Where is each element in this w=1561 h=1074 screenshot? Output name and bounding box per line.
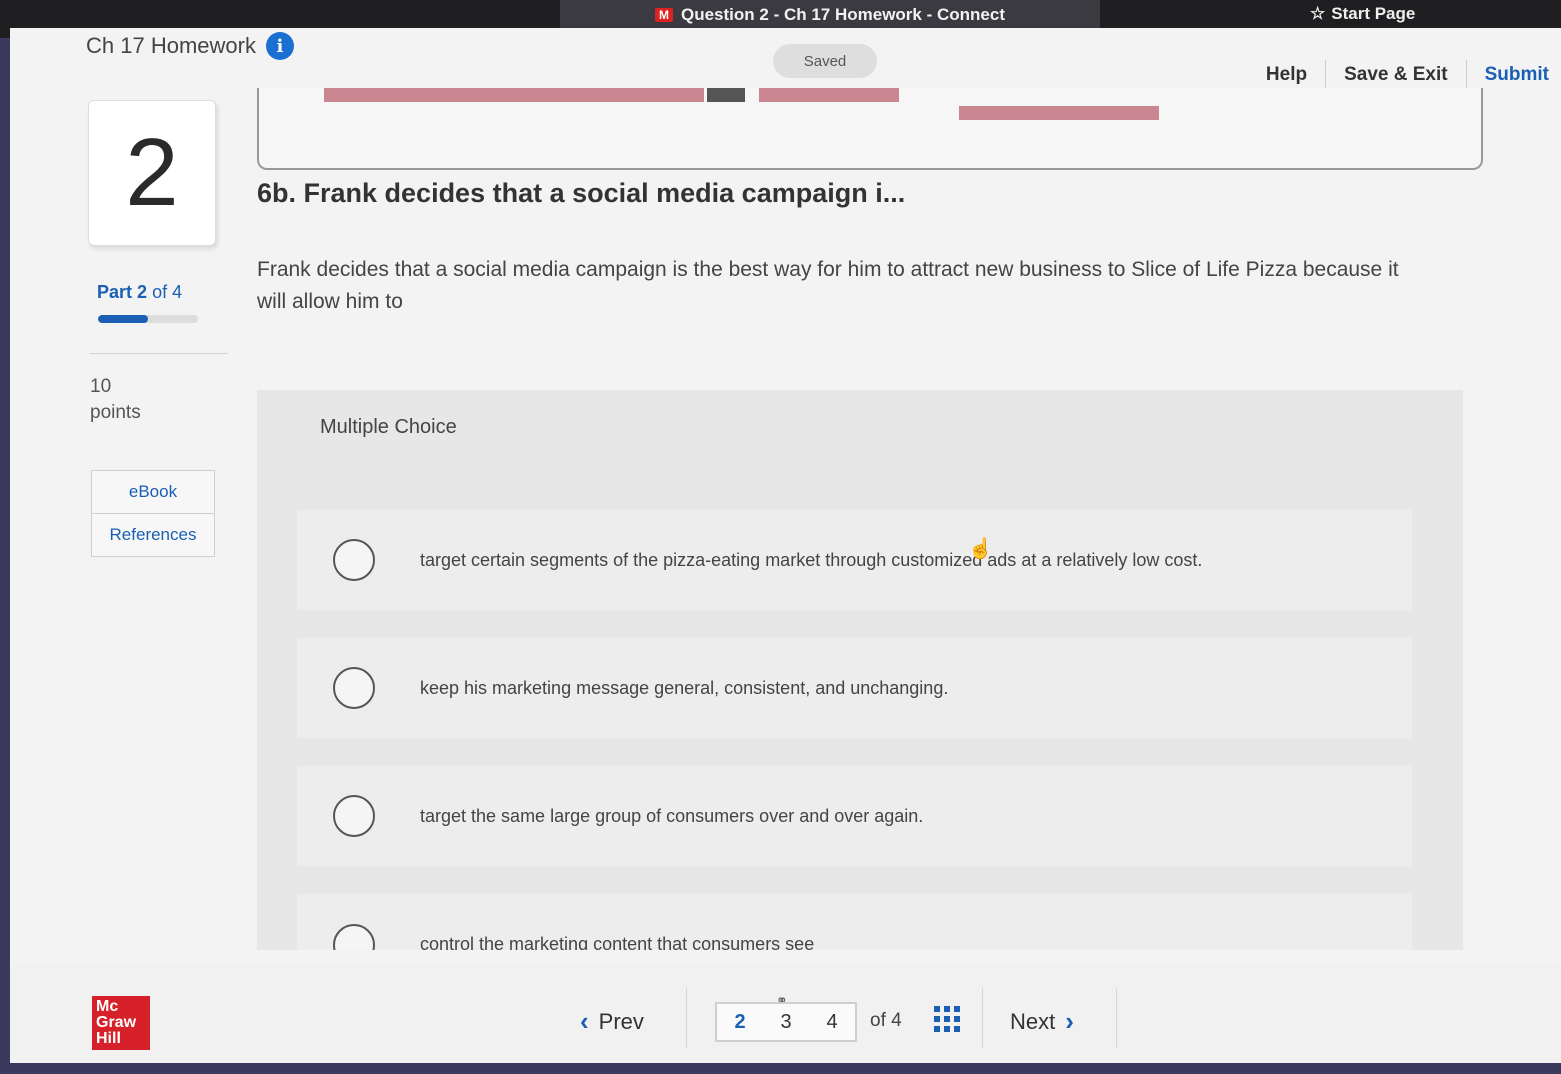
answer-option-text[interactable]: target certain segments of the pizza-eat… <box>420 550 1202 571</box>
hand-cursor-icon: ☝ <box>968 538 993 560</box>
save-exit-button[interactable]: Save & Exit <box>1344 64 1448 86</box>
answer-option[interactable]: target certain segments of the pizza-eat… <box>297 510 1412 610</box>
image-stripe <box>324 88 704 102</box>
answer-option[interactable]: target the same large group of consumers… <box>297 766 1412 866</box>
assignment-header: Ch 17 Homework i Saved Help Save & Exit … <box>10 28 1561 90</box>
help-button[interactable]: Help <box>1266 64 1307 86</box>
logo-line: Mc <box>96 998 119 1015</box>
radio-button[interactable] <box>333 539 375 581</box>
answer-option[interactable]: control the marketing content that consu… <box>297 894 1412 950</box>
answer-option[interactable]: keep his marketing message general, cons… <box>297 638 1412 738</box>
browser-tab[interactable]: M Question 2 - Ch 17 Homework - Connect <box>560 0 1100 30</box>
points-label: points <box>90 402 141 423</box>
page-link[interactable]: 3 <box>780 1011 791 1034</box>
question-grid-icon[interactable] <box>934 1006 960 1032</box>
footer-divider <box>982 988 983 1048</box>
star-icon: ☆ <box>1310 4 1326 23</box>
start-page-bookmark[interactable]: ☆ Start Page <box>1310 4 1415 24</box>
part-prefix: Part <box>97 282 133 302</box>
points-display: 10 points <box>90 374 141 426</box>
next-button[interactable]: Next › <box>1010 1006 1074 1037</box>
nav-divider <box>1465 60 1467 90</box>
connect-favicon-icon: M <box>655 8 673 22</box>
part-current: 2 <box>137 282 148 302</box>
chevron-left-icon: ‹ <box>580 1006 589 1036</box>
submit-button[interactable]: Submit <box>1485 64 1549 86</box>
assignment-title: Ch 17 Homework i <box>86 32 294 60</box>
resources-box: eBook References <box>91 470 215 557</box>
part-indicator: Part 2 of 4 <box>97 282 182 303</box>
points-value: 10 <box>90 376 112 397</box>
mcgraw-hill-logo: Mc Graw Hill <box>92 996 150 1050</box>
top-nav: Help Save & Exit Submit <box>1266 60 1549 90</box>
page-link-current[interactable]: 2 <box>734 1011 745 1034</box>
image-stripe <box>707 88 745 102</box>
nav-divider <box>1325 60 1327 90</box>
multiple-choice-label: Multiple Choice <box>320 416 457 438</box>
next-label: Next <box>1010 1008 1056 1034</box>
radio-button[interactable] <box>333 667 375 709</box>
prev-button[interactable]: ‹ Prev <box>580 1006 644 1037</box>
part-progress-fill <box>98 315 148 323</box>
info-icon[interactable]: i <box>265 32 294 60</box>
answer-option-text[interactable]: target the same large group of consumers… <box>420 806 923 827</box>
part-of: of 4 <box>152 282 183 302</box>
footer-divider <box>686 988 687 1048</box>
prev-label: Prev <box>598 1008 644 1034</box>
answer-option-text[interactable]: keep his marketing message general, cons… <box>420 678 948 699</box>
ebook-link[interactable]: eBook <box>92 471 214 513</box>
assignment-page: Ch 17 Homework i Saved Help Save & Exit … <box>10 28 1561 1063</box>
footer-nav: Mc Graw Hill ‹ Prev ⚭ 2 3 4 of 4 Next › <box>10 966 1561 1063</box>
image-stripe <box>959 106 1159 120</box>
references-link[interactable]: References <box>92 513 214 556</box>
tab-title: Question 2 - Ch 17 Homework - Connect <box>681 5 1005 24</box>
radio-button[interactable] <box>333 795 375 837</box>
radio-button[interactable] <box>333 924 375 950</box>
question-body: Frank decides that a social media campai… <box>257 258 1399 313</box>
question-image-frame <box>257 88 1483 170</box>
saved-status-badge: Saved <box>773 44 877 78</box>
logo-line: Graw <box>96 1014 137 1031</box>
multiple-choice-panel: Multiple Choice target certain segments … <box>257 390 1463 950</box>
image-stripe <box>759 88 899 102</box>
start-page-label: Start Page <box>1331 4 1416 23</box>
footer-divider <box>1116 988 1117 1048</box>
question-title: 6b. Frank decides that a social media ca… <box>257 178 906 208</box>
sidebar-divider <box>90 353 228 354</box>
page-selector: 2 3 4 <box>715 1002 857 1042</box>
part-progress-bar <box>98 315 198 323</box>
question-number: 2 <box>88 100 216 246</box>
answer-option-text[interactable]: control the marketing content that consu… <box>420 934 814 950</box>
page-link[interactable]: 4 <box>826 1011 837 1034</box>
logo-line: Hill <box>96 1030 121 1047</box>
assignment-title-text: Ch 17 Homework <box>86 33 256 58</box>
page-total: of 4 <box>870 1010 902 1031</box>
chevron-right-icon: › <box>1065 1006 1074 1036</box>
